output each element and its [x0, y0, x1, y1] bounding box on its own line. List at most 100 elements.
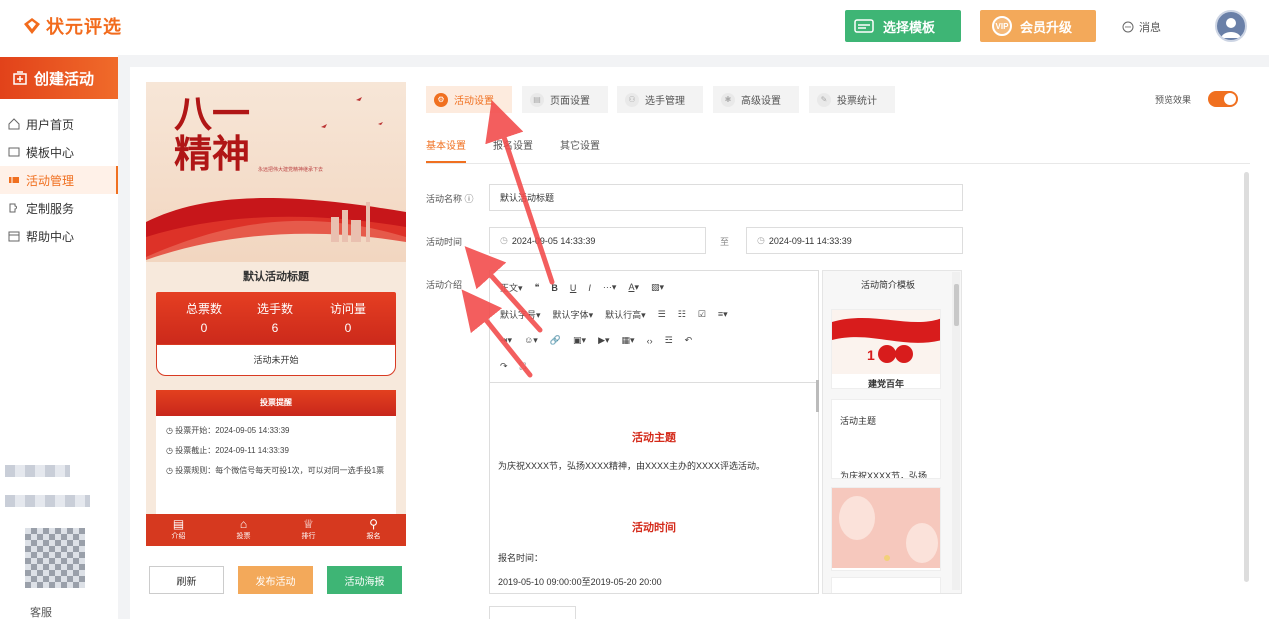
logo-text: 状元评选 [46, 17, 122, 37]
indent-icon[interactable]: ⇥▾ [500, 335, 512, 346]
background-color-icon[interactable]: ▧▾ [651, 282, 664, 293]
tab-advanced-settings[interactable]: ✱ 高级设置 [713, 86, 799, 113]
puzzle-icon [9, 203, 17, 213]
tab-vote-statistics[interactable]: ✎ 投票统计 [809, 86, 895, 113]
template-scrollbar-thumb[interactable] [954, 284, 959, 326]
redo-icon[interactable]: ↷ [500, 361, 508, 372]
sidebar-item-custom-service[interactable]: 定制服务 [0, 194, 118, 222]
messages-label: 消息 [1139, 22, 1161, 34]
stat-label: 总票数 [185, 302, 222, 316]
vip-icon: VIP [992, 16, 1012, 36]
logo[interactable]: 状元评选 [22, 13, 122, 39]
tab-contestant-management[interactable]: ⚇ 选手管理 [617, 86, 703, 113]
refresh-button[interactable]: 刷新 [149, 566, 224, 594]
more-icon[interactable]: ···▾ [603, 282, 617, 293]
vote-rule-line: ◷ 投票规则：每个微信号每天可投1次，可以对同一选手投1票 [166, 466, 385, 475]
preview-banner: 八一精神 永远把伟大建党精神继承下去 [146, 82, 406, 262]
preview-toggle[interactable] [1208, 91, 1238, 107]
font-family-dropdown[interactable]: 默认字体▾ [553, 308, 594, 321]
todo-icon[interactable]: ☑ [698, 309, 706, 320]
template-icon [854, 19, 874, 33]
link-icon[interactable]: 🔗 [550, 335, 561, 346]
editor-toolbar: 正文▾ ❝ B U I ···▾ A▾ ▧▾ 默认字号▾ 默认字体▾ 默认行高▾… [490, 271, 818, 383]
table-icon[interactable]: ▦▾ [622, 335, 635, 346]
content-theme-text: 为庆祝XXXX节，弘扬XXXX精神，由XXXX主办的XXXX评选活动。 [498, 461, 766, 471]
underline-icon[interactable]: U [570, 283, 577, 293]
choose-template-button[interactable]: 选择模板 [845, 10, 961, 42]
clock-icon: ◷ [757, 235, 765, 245]
messages-link[interactable]: 消息 [1122, 19, 1161, 35]
template-card[interactable]: 活动主题 为庆祝XXXX节，弘扬 [831, 399, 941, 479]
sidebar-item-label: 帮助中心 [26, 229, 75, 244]
main-scrollbar[interactable] [1244, 172, 1249, 582]
calendar-icon [8, 231, 20, 242]
image-icon[interactable]: ▣▾ [573, 335, 586, 346]
activity-name-input[interactable]: 默认活动标题 [489, 184, 963, 211]
code-icon[interactable]: ‹› [647, 336, 653, 346]
preview-tab-vote[interactable]: ⌂ 投票 [211, 514, 276, 546]
preview-tab-intro[interactable]: ▤ 介绍 [146, 514, 211, 546]
divider-icon[interactable]: ☲ [665, 335, 673, 346]
font-size-dropdown[interactable]: 默认字号▾ [500, 308, 541, 321]
undo-icon[interactable]: ↶ [685, 335, 693, 346]
template-card[interactable] [831, 577, 941, 593]
line-height-dropdown[interactable]: 默认行高▾ [605, 308, 646, 321]
editor-content[interactable]: 活动主题 为庆祝XXXX节，弘扬XXXX精神，由XXXX主办的XXXX评选活动。… [498, 391, 810, 589]
toolbar-row: ↷ ⛶ [500, 361, 526, 372]
sidebar-item-help[interactable]: 帮助中心 [0, 222, 118, 250]
sidebar-item-activity-management[interactable]: 活动管理 [0, 166, 118, 194]
end-time-input[interactable]: ◷ 2024-09-11 14:33:39 [746, 227, 963, 254]
quote-icon[interactable]: ❝ [535, 282, 540, 293]
create-icon [13, 71, 27, 85]
editor-scrollbar[interactable] [816, 380, 819, 412]
ticket-icon [9, 177, 19, 183]
tab-activity-settings[interactable]: ⚙ 活动设置 [426, 86, 512, 113]
start-time-input[interactable]: ◷ 2024-09-05 14:33:39 [489, 227, 706, 254]
create-activity-button[interactable]: 创建活动 [0, 57, 118, 99]
stat-label: 选手数 [256, 302, 293, 316]
bird-icon [321, 97, 383, 128]
vip-upgrade-button[interactable]: VIP 会员升级 [980, 10, 1096, 42]
user-avatar[interactable] [1215, 10, 1247, 42]
create-activity-label: 创建活动 [34, 70, 95, 88]
template-card[interactable]: 1 建党百年 [831, 309, 941, 389]
tab-page-settings[interactable]: ▤ 页面设置 [522, 86, 608, 113]
logo-icon [24, 18, 40, 34]
subtab-other[interactable]: 其它设置 [560, 137, 600, 152]
template-caption: 建党百年 [867, 379, 904, 389]
align-icon[interactable]: ≡▾ [718, 309, 728, 320]
sidebar-nav: 用户首页 模板中心 活动管理 定制服务 帮助中心 [0, 110, 118, 250]
chart-icon: ✎ [817, 92, 831, 107]
emoji-icon[interactable]: ☺▾ [524, 335, 538, 346]
template-card[interactable] [831, 487, 941, 571]
blurred-contact-line [5, 465, 70, 477]
subtab-basic[interactable]: 基本设置 [426, 137, 466, 152]
fullscreen-icon[interactable]: ⛶ [520, 361, 526, 372]
italic-icon[interactable]: I [588, 283, 591, 293]
rich-text-editor[interactable]: 正文▾ ❝ B U I ···▾ A▾ ▧▾ 默认字号▾ 默认字体▾ 默认行高▾… [489, 270, 819, 594]
preview-activity-title: 默认活动标题 [243, 271, 309, 283]
poster-button[interactable]: 活动海报 [327, 566, 402, 594]
font-color-icon[interactable]: A▾ [628, 282, 639, 293]
template-thumbnail: 1 [832, 310, 940, 374]
preview-tab-signup[interactable]: ⚲ 报名 [341, 514, 406, 546]
activity-status: 活动未开始 [156, 344, 396, 376]
content-signup-value: 2019-05-10 09:00:00至2019-05-20 20:00 [498, 577, 662, 587]
preview-tab-rank[interactable]: ♕ 排行 [276, 514, 341, 546]
bold-icon[interactable]: B [551, 283, 558, 293]
subtab-signup[interactable]: 报名设置 [493, 137, 533, 152]
sidebar-item-templates[interactable]: 模板中心 [0, 138, 118, 166]
paragraph-style-dropdown[interactable]: 正文▾ [500, 281, 523, 294]
numbered-list-icon[interactable]: ☷ [678, 309, 686, 320]
toolbar-row: ⇥▾ ☺▾ 🔗 ▣▾ ▶▾ ▦▾ ‹› ☲ ↶ [500, 335, 692, 346]
content-signup-label: 报名时间： [498, 553, 544, 563]
sidebar-item-home[interactable]: 用户首页 [0, 110, 118, 138]
next-field-input[interactable] [489, 606, 576, 619]
mobile-preview: 八一精神 永远把伟大建党精神继承下去 默认活动标题 总票数 0 选手数 6 访问… [146, 82, 406, 546]
bullet-list-icon[interactable]: ☰ [658, 309, 666, 320]
choose-template-label: 选择模板 [883, 19, 936, 35]
stat-total-votes: 总票数 0 [174, 300, 234, 335]
video-icon[interactable]: ▶▾ [598, 335, 609, 346]
publish-button[interactable]: 发布活动 [238, 566, 313, 594]
activity-intro-label: 活动介绍 [426, 280, 463, 290]
